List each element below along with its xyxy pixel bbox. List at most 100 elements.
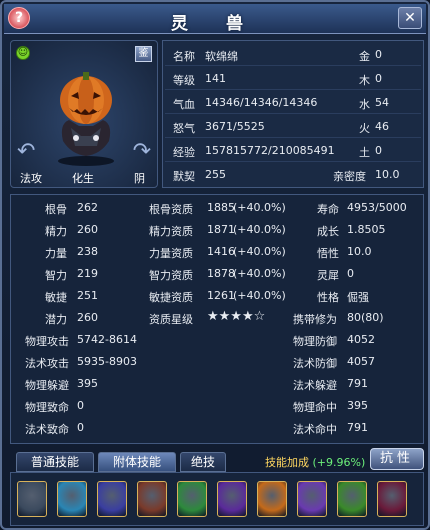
skill-bonus: 技能加成 (+9.96%) [265,454,365,470]
hp-value: 14346/14346/14346 [205,96,318,109]
attr-value: 0 [347,267,354,280]
combat-value: 5935-8903 [77,355,137,368]
pet-portrait: ☺ 鉴 ↶ ↷ [10,40,158,188]
tag-skill-type: 化生 [72,172,94,185]
figure-skill-icon[interactable] [377,481,407,517]
aptitude-label: 敏捷资质 [149,291,193,304]
fire-label: 火 [359,122,370,135]
combat-label: 法术躲避 [293,379,337,392]
tacit-label: 默契 [173,170,195,183]
combat-value: 4057 [347,355,375,368]
combat-label: 法术致命 [25,423,69,436]
stat-value: 238 [77,245,98,258]
aptitude-value: 1261 [207,289,235,302]
appraise-button[interactable]: 鉴 [135,46,152,62]
combat-label: 物理命中 [293,401,337,414]
pet-tags: 法攻 化生 阴 [10,170,158,186]
stat-value: 219 [77,267,98,280]
aptitude-bonus: (+40.0%) [233,245,286,258]
tab-normal-skills[interactable]: 普通技能 [16,452,94,472]
earth-label: 土 [359,146,370,159]
intimacy-label: 亲密度 [333,170,366,183]
wolf-skill-icon[interactable] [17,481,47,517]
rotate-right-icon[interactable]: ↷ [133,139,151,164]
feather-skill-icon[interactable] [57,481,87,517]
pet-name: 软绵绵 [205,50,238,63]
aptitude-bonus: (+40.0%) [233,267,286,280]
flame-skill-icon[interactable] [257,481,287,517]
attr-value: 倔强 [347,291,369,304]
combat-label: 法术命中 [293,423,337,436]
combat-value: 395 [77,377,98,390]
attr-label: 携带修为 [293,313,337,326]
shield-skill-icon[interactable] [97,481,127,517]
combat-value: 0 [77,421,84,434]
green-spirit-skill-icon[interactable] [177,481,207,517]
water-label: 水 [359,98,370,111]
combat-value: 5742-8614 [77,333,137,346]
attr-label: 悟性 [317,247,339,260]
tacit-value: 255 [205,168,226,181]
aptitude-stars: ★★★★☆ [207,309,266,324]
attr-label: 性格 [317,291,339,304]
attr-value: 10.0 [347,245,372,258]
pet-info-panel: 名称 软绵绵 金 0 等级 141 木 0 气血 14346/14346/143… [162,40,424,188]
aptitude-value: 1878 [207,267,235,280]
wood-label: 木 [359,74,370,87]
combat-value: 4052 [347,333,375,346]
stat-label: 根骨 [45,203,67,216]
name-label: 名称 [173,50,195,63]
aptitude-bonus: (+40.0%) [233,289,286,302]
stat-label: 力量 [45,247,67,260]
title-bar[interactable]: ? 灵 兽 ✕ [4,4,426,34]
tab-ultimate[interactable]: 绝技 [180,452,226,472]
combat-label: 物理防御 [293,335,337,348]
combat-value: 791 [347,377,368,390]
stat-label: 潜力 [45,313,67,326]
aptitude-label: 根骨资质 [149,203,193,216]
smile-icon[interactable]: ☺ [16,46,30,60]
aptitude-value: 1885 [207,201,235,214]
pumpkin-pet-model [58,72,114,166]
close-button[interactable]: ✕ [398,7,422,29]
stat-label: 敏捷 [45,291,67,304]
armor-skill-icon[interactable] [137,481,167,517]
intimacy-value: 10.0 [375,168,400,181]
attr-label: 灵犀 [317,269,339,282]
combat-value: 395 [347,399,368,412]
aptitude-bonus: (+40.0%) [233,201,286,214]
stat-value: 260 [77,223,98,236]
vortex-skill-icon[interactable] [297,481,327,517]
combat-label: 法术防御 [293,357,337,370]
tag-attack-type: 法攻 [20,172,42,185]
skill-bar [10,472,424,526]
attr-label: 寿命 [317,203,339,216]
resistance-button[interactable]: 抗性 [370,448,424,470]
attr-label: 成长 [317,225,339,238]
aptitude-value: 1416 [207,245,235,258]
skill-bonus-label: 技能加成 [265,456,309,469]
metal-label: 金 [359,50,370,63]
spiral-skill-icon[interactable] [217,481,247,517]
aptitude-star-label: 资质星级 [149,313,193,326]
rotate-left-icon[interactable]: ↶ [17,139,35,164]
earth-value: 0 [375,144,382,157]
pet-window: ? 灵 兽 ✕ ☺ 鉴 ↶ ↷ 法攻 化生 阴 名称 软绵绵 金 0 等级 14… [0,0,430,530]
skill-bonus-value: (+9.96%) [312,456,366,469]
tab-attach-skills[interactable]: 附体技能 [98,452,176,472]
lock-skill-icon[interactable] [337,481,367,517]
aptitude-label: 智力资质 [149,269,193,282]
stat-value: 262 [77,201,98,214]
combat-value: 791 [347,421,368,434]
aptitude-label: 力量资质 [149,247,193,260]
water-value: 54 [375,96,389,109]
level-label: 等级 [173,74,195,87]
combat-label: 法术攻击 [25,357,69,370]
fire-value: 46 [375,120,389,133]
combat-label: 物理攻击 [25,335,69,348]
tag-element: 阴 [134,172,145,185]
attr-value: 80(80) [347,311,384,324]
aptitude-value: 1871 [207,223,235,236]
stat-value: 260 [77,311,98,324]
stat-label: 精力 [45,225,67,238]
